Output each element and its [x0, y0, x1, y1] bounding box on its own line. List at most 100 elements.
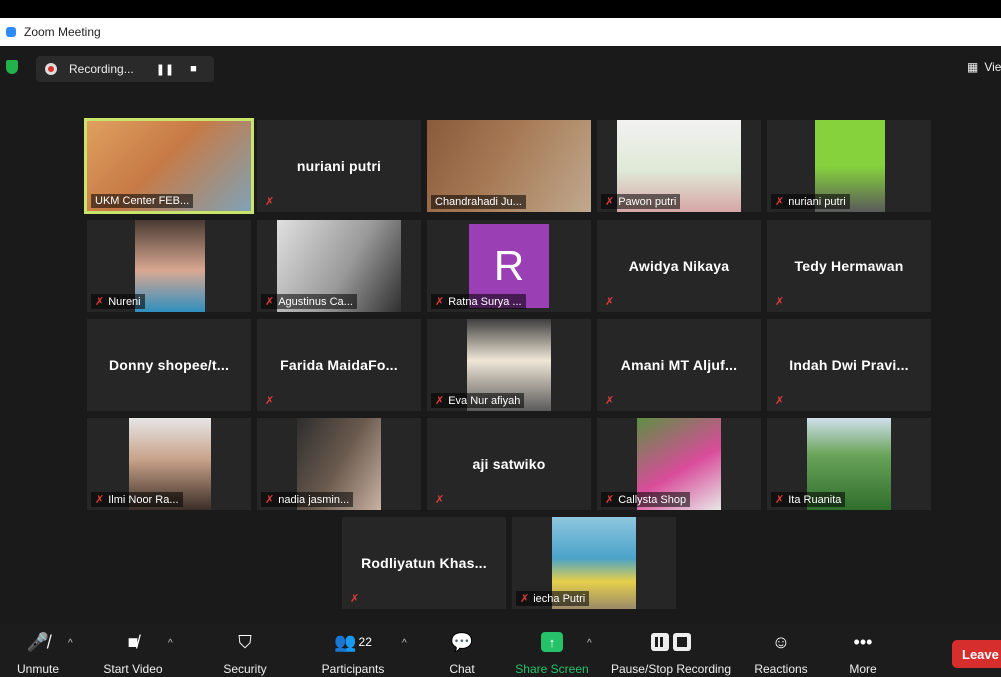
participant-name-label: ✗ Ratna Surya ...	[431, 294, 526, 309]
participant-tile[interactable]: Farida MaidaFo... ✗	[257, 319, 421, 411]
muted-mic-icon: ✗	[775, 395, 785, 407]
participant-name-label: ✗ Nureni	[91, 294, 145, 309]
more-dots-icon: •••	[853, 631, 873, 652]
security-button[interactable]: ⛉ Security	[220, 630, 270, 677]
participant-tile[interactable]: Amani MT Aljuf... ✗	[597, 319, 761, 411]
participant-tile[interactable]: ✗ Agustinus Ca...	[257, 220, 421, 312]
chat-bubble-icon: 💬	[450, 631, 474, 652]
participant-tile[interactable]: Indah Dwi Pravi... ✗	[767, 319, 931, 411]
participants-count: 22	[358, 635, 372, 649]
muted-mic-icon: ✗	[95, 494, 105, 506]
participant-tile[interactable]: ✗ Nureni	[87, 220, 251, 312]
reactions-button[interactable]: ☺ Reactions	[752, 630, 810, 677]
participant-tile[interactable]: ✗ Ita Ruanita	[767, 418, 931, 510]
participant-name: Donny shopee/t...	[108, 357, 230, 373]
muted-mic-icon: ✗	[775, 296, 785, 308]
share-options-caret-icon[interactable]: ^	[587, 638, 592, 649]
participant-tile[interactable]: Rodliyatun Khas... ✗	[342, 517, 506, 609]
share-screen-label: Share Screen	[515, 662, 589, 676]
participant-tile[interactable]: ✗ Callysta Shop	[597, 418, 761, 510]
meeting-stage: Recording... ❚❚ ■ ▦ Vie UKM Center FEB..…	[0, 46, 1001, 624]
participant-tile[interactable]: ✗ iecha Putri	[512, 517, 676, 609]
muted-mic-icon: ✗	[435, 296, 445, 308]
pause-stop-recording-button[interactable]: Pause/Stop Recording	[608, 630, 734, 676]
more-button[interactable]: ••• More	[840, 630, 886, 677]
reactions-smiley-icon: ☺	[771, 631, 791, 652]
muted-mic-icon: ✗	[435, 395, 445, 407]
share-screen-icon-wrap: ↑	[514, 630, 590, 654]
view-label: Vie	[984, 60, 1001, 74]
muted-mic-icon: ✗	[95, 296, 105, 308]
muted-mic-icon: ✗	[265, 395, 275, 407]
muted-mic-icon: ✗	[775, 494, 785, 506]
muted-mic-icon: ✗	[265, 296, 275, 308]
muted-mic-icon: ✗	[435, 494, 445, 506]
participant-name-label: ✗ Pawon putri	[601, 194, 681, 209]
unmute-button[interactable]: 🎤̸ Unmute	[12, 630, 64, 677]
participant-tile[interactable]: UKM Center FEB...	[84, 118, 254, 214]
start-video-button[interactable]: ■̸ Start Video	[100, 630, 166, 677]
video-off-icon: ■̸	[127, 631, 139, 652]
participant-name: Tedy Hermawan	[794, 258, 904, 274]
leave-button[interactable]: Leave	[952, 640, 1001, 668]
start-video-label: Start Video	[103, 662, 163, 676]
view-button[interactable]: ▦ Vie	[967, 60, 1001, 74]
participant-tile[interactable]: ✗ nuriani putri	[767, 120, 931, 212]
participants-icon: 👥 22	[334, 631, 372, 652]
participant-name: Indah Dwi Pravi...	[789, 357, 909, 373]
grid-view-icon: ▦	[967, 60, 979, 74]
participant-tile[interactable]: Donny shopee/t...	[87, 319, 251, 411]
muted-microphone-icon: 🎤̸	[26, 631, 50, 652]
participant-tile[interactable]: ✗ Ilmi Noor Ra...	[87, 418, 251, 510]
participant-name: Amani MT Aljuf...	[620, 357, 738, 373]
participant-name: Rodliyatun Khas...	[361, 555, 487, 571]
reactions-label: Reactions	[754, 662, 808, 676]
stop-icon	[673, 633, 691, 651]
participant-tile[interactable]: ✗ Pawon putri	[597, 120, 761, 212]
top-black-strip	[0, 0, 1001, 18]
pause-stop-icons	[608, 630, 734, 654]
stop-recording-button[interactable]: ■	[190, 63, 197, 75]
muted-mic-icon: ✗	[605, 296, 615, 308]
muted-mic-icon: ✗	[775, 196, 785, 208]
pause-recording-button[interactable]: ❚❚	[156, 63, 174, 76]
muted-mic-icon: ✗	[350, 593, 360, 605]
window-titlebar: Zoom Meeting	[0, 18, 1001, 46]
participant-tile[interactable]: nuriani putri ✗	[257, 120, 421, 212]
participant-tile[interactable]: Chandrahadi Ju...	[427, 120, 591, 212]
participant-name-label: ✗ nadia jasmin...	[261, 492, 354, 507]
share-screen-button[interactable]: ↑ Share Screen	[514, 630, 590, 676]
participant-name: aji satwiko	[472, 456, 546, 472]
participant-name-label: ✗ Eva Nur afiyah	[431, 393, 525, 408]
participant-tile[interactable]: ✗ nadia jasmin...	[257, 418, 421, 510]
participant-name-label: ✗ Ita Ruanita	[771, 492, 846, 507]
meeting-toolbar: 🎤̸ Unmute ^ ■̸ Start Video ^ ⛉ Security …	[0, 624, 1001, 677]
muted-mic-icon: ✗	[605, 395, 615, 407]
window-title: Zoom Meeting	[24, 25, 101, 39]
recording-indicator: Recording... ❚❚ ■	[36, 56, 214, 82]
audio-options-caret-icon[interactable]: ^	[68, 638, 73, 649]
video-options-caret-icon[interactable]: ^	[168, 638, 173, 649]
muted-mic-icon: ✗	[265, 494, 275, 506]
participant-tile[interactable]: aji satwiko ✗	[427, 418, 591, 510]
participant-name-label: Chandrahadi Ju...	[431, 195, 526, 209]
encryption-shield-icon[interactable]	[6, 60, 18, 74]
participants-button[interactable]: 👥 22 Participants	[318, 630, 388, 677]
participant-tile[interactable]: Awidya Nikaya ✗	[597, 220, 761, 312]
security-label: Security	[223, 662, 267, 676]
participant-video	[135, 220, 205, 312]
participant-name-label: ✗ Callysta Shop	[601, 492, 691, 507]
participant-name: Awidya Nikaya	[628, 258, 730, 274]
participant-tile[interactable]: R ✗ Ratna Surya ...	[427, 220, 591, 312]
pause-icon	[651, 633, 669, 651]
participants-label: Participants	[321, 662, 385, 676]
chat-button[interactable]: 💬 Chat	[440, 630, 484, 677]
participant-name: Farida MaidaFo...	[280, 357, 398, 373]
muted-mic-icon: ✗	[605, 196, 615, 208]
zoom-logo-icon	[6, 27, 16, 37]
pause-stop-label: Pause/Stop Recording	[610, 662, 732, 676]
participants-options-caret-icon[interactable]: ^	[402, 638, 407, 649]
participant-tile[interactable]: ✗ Eva Nur afiyah	[427, 319, 591, 411]
participant-tile[interactable]: Tedy Hermawan ✗	[767, 220, 931, 312]
more-label: More	[849, 662, 877, 676]
